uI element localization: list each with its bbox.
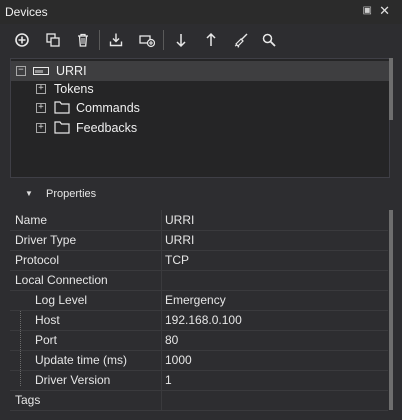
folder-icon xyxy=(54,101,70,114)
property-name: Update time (ms) xyxy=(35,353,128,367)
panel-titlebar: Devices ▣ ✕ xyxy=(0,0,402,24)
properties-header[interactable]: ▼ Properties xyxy=(10,184,388,204)
duplicate-icon[interactable] xyxy=(43,30,63,50)
property-value[interactable]: 192.168.0.100 xyxy=(165,313,242,327)
device-icon xyxy=(33,67,49,75)
tree-node-tokens[interactable]: + Tokens xyxy=(11,79,389,99)
property-row-local-connection[interactable]: Local Connection xyxy=(10,270,388,291)
properties-title: Properties xyxy=(46,188,97,200)
devices-toolbar xyxy=(0,24,402,56)
expand-toggle[interactable]: + xyxy=(36,103,46,113)
chevron-down-icon: ▼ xyxy=(25,189,33,198)
expand-toggle[interactable]: + xyxy=(36,84,46,94)
delete-icon[interactable] xyxy=(73,30,93,50)
property-value[interactable]: 1 xyxy=(165,373,172,387)
folder-icon xyxy=(54,121,70,134)
property-name: Log Level xyxy=(35,293,88,307)
expand-toggle[interactable]: + xyxy=(36,123,46,133)
collapse-toggle[interactable]: − xyxy=(16,66,26,76)
import-icon[interactable] xyxy=(106,30,126,50)
property-row-tags[interactable]: Tags xyxy=(10,390,388,411)
property-row-driver-type[interactable]: Driver Type URRI xyxy=(10,230,388,251)
property-name: Local Connection xyxy=(15,273,108,287)
property-name: Port xyxy=(35,333,58,347)
tree-node-label: Commands xyxy=(76,101,140,115)
toolbar-separator xyxy=(163,30,164,50)
property-name: Host xyxy=(35,313,60,327)
tree-node-label: Feedbacks xyxy=(76,121,138,135)
search-icon[interactable] xyxy=(259,30,279,50)
property-row-log-level[interactable]: Log Level Emergency xyxy=(10,290,388,311)
panel-title: Devices xyxy=(5,5,48,19)
add-driver-icon[interactable] xyxy=(137,30,157,50)
property-name: Name xyxy=(15,213,48,227)
tree-node-commands[interactable]: + Commands xyxy=(11,98,389,118)
property-row-host[interactable]: Host 192.168.0.100 xyxy=(10,310,388,331)
property-value[interactable]: URRI xyxy=(165,213,194,227)
property-name: Tags xyxy=(15,393,41,407)
property-value[interactable]: Emergency xyxy=(165,293,226,307)
property-grid: Name URRI Driver Type URRI Protocol TCP … xyxy=(10,210,388,411)
property-grid-scrollbar[interactable] xyxy=(389,210,393,410)
property-value[interactable]: TCP xyxy=(165,253,189,267)
property-value[interactable]: 80 xyxy=(165,333,178,347)
close-icon[interactable]: ✕ xyxy=(379,3,390,19)
property-row-name[interactable]: Name URRI xyxy=(10,210,388,231)
clean-icon[interactable] xyxy=(231,30,251,50)
property-row-update-time[interactable]: Update time (ms) 1000 xyxy=(10,350,388,371)
move-up-icon[interactable] xyxy=(201,30,221,50)
property-name: Protocol xyxy=(15,253,60,267)
add-icon[interactable] xyxy=(12,30,32,50)
tree-node-label: Tokens xyxy=(54,82,94,96)
tree-node-feedbacks[interactable]: + Feedbacks xyxy=(11,118,389,138)
device-tree: − URRI + Tokens + Commands + Feedbacks xyxy=(10,58,390,178)
property-name: Driver Type xyxy=(15,233,77,247)
tree-node-urri[interactable]: − URRI xyxy=(11,61,389,81)
toolbar-separator xyxy=(99,30,100,50)
property-value[interactable]: URRI xyxy=(165,233,194,247)
pin-icon[interactable]: ▣ xyxy=(363,5,372,16)
move-down-icon[interactable] xyxy=(171,30,191,50)
property-name: Driver Version xyxy=(35,373,111,387)
property-row-driver-version[interactable]: Driver Version 1 xyxy=(10,370,388,391)
property-row-port[interactable]: Port 80 xyxy=(10,330,388,351)
tree-node-label: URRI xyxy=(56,64,87,78)
property-value[interactable]: 1000 xyxy=(165,353,192,367)
tree-scrollbar[interactable] xyxy=(389,58,393,120)
property-row-protocol[interactable]: Protocol TCP xyxy=(10,250,388,271)
